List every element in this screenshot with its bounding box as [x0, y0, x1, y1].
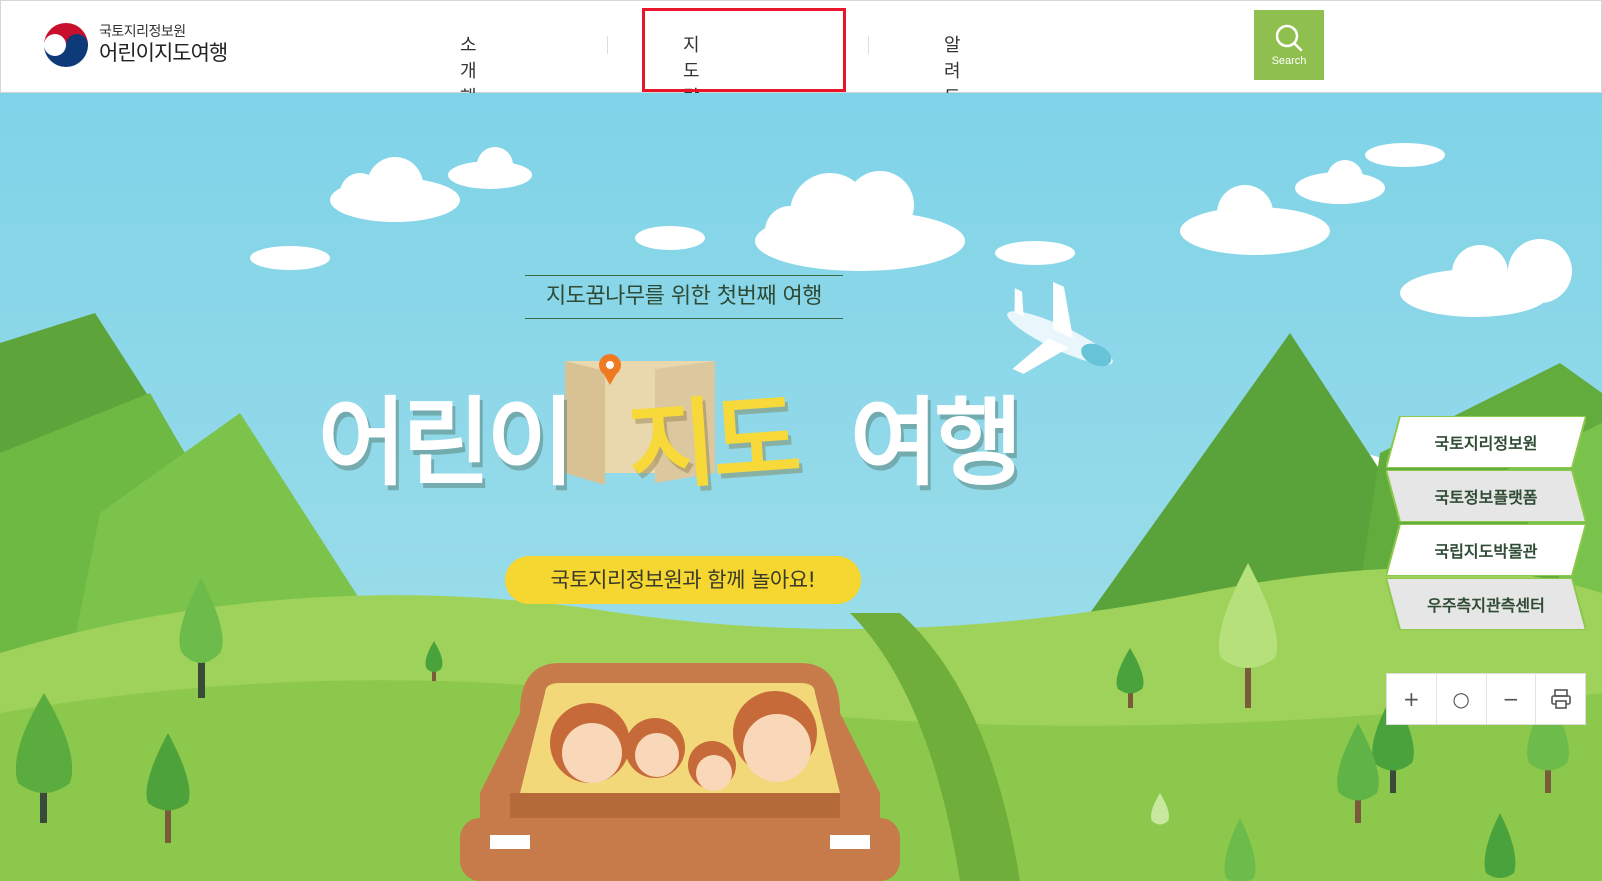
hero-tagline: 지도꿈나무를 위한 첫번째 여행 [525, 275, 843, 319]
logo-title: 어린이지도여행 [99, 41, 228, 65]
side-link-map-museum[interactable]: 국립지도박물관 [1386, 524, 1586, 576]
side-link-label: 우주측지관측센터 [1427, 596, 1545, 615]
search-icon [1275, 24, 1303, 52]
family-car [460, 663, 900, 881]
hero-pill-message: 국토지리정보원과 함께 놀아요! [505, 556, 861, 604]
nav-highlight-box [642, 8, 846, 92]
side-link-space-geodetic[interactable]: 우주측지관측센터 [1386, 578, 1586, 630]
hero-title-part3: 여행 [850, 387, 1023, 499]
nav-divider [868, 36, 869, 54]
side-link-label: 국립지도박물관 [1434, 542, 1538, 561]
nav-divider [607, 36, 608, 54]
side-link-ngii[interactable]: 국토지리정보원 [1386, 416, 1586, 468]
search-label: Search [1271, 55, 1307, 67]
print-icon [1550, 689, 1571, 709]
view-tools: + ○ − [1386, 673, 1586, 725]
print-button[interactable] [1536, 674, 1585, 724]
taegeuk-logo-icon [41, 20, 91, 70]
zoom-out-button[interactable]: − [1487, 674, 1537, 724]
search-button[interactable]: Search [1254, 10, 1324, 80]
site-header: 국토지리정보원 어린이지도여행 소개해요 지도랑 놀아요 알려드려요 Searc… [0, 0, 1602, 186]
zoom-reset-button[interactable]: ○ [1437, 674, 1487, 724]
zoom-in-button[interactable]: + [1387, 674, 1437, 724]
hero-title: 어린이 지도 여행 [310, 381, 1070, 513]
logo-subtitle: 국토지리정보원 [99, 24, 186, 40]
site-logo[interactable]: 국토지리정보원 어린이지도여행 [41, 19, 228, 71]
side-link-label: 국토지리정보원 [1434, 434, 1538, 453]
hero-title-part2: 지도 [624, 381, 801, 505]
side-link-label: 국토정보플랫폼 [1434, 488, 1538, 507]
hero-title-part1: 어린이 [318, 387, 575, 499]
hero-banner: 지도꿈나무를 위한 첫번째 여행 어린이 지도 여행 국토지리정보원과 함께 놀… [0, 93, 1602, 881]
side-link-platform[interactable]: 국토정보플랫폼 [1386, 470, 1586, 522]
